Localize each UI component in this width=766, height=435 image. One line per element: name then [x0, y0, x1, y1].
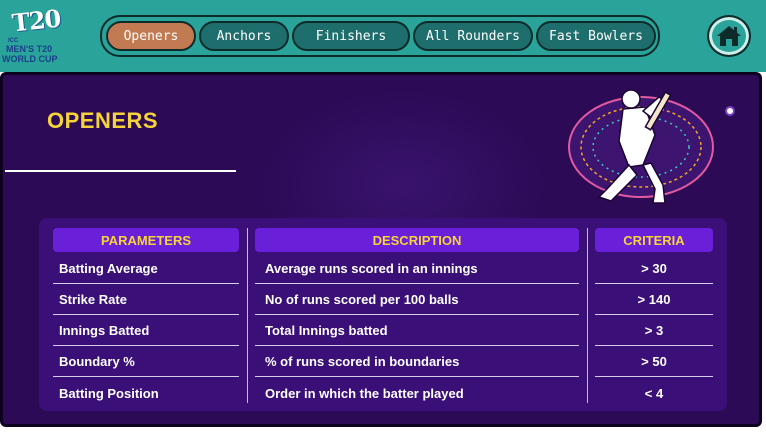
cell-parameter: Batting Average	[53, 254, 239, 284]
home-button[interactable]	[707, 15, 751, 57]
header-parameters: PARAMETERS	[53, 228, 239, 252]
header-description: DESCRIPTION	[255, 228, 579, 252]
cell-criteria: > 140	[595, 285, 713, 315]
table-row: Innings Batted Total Innings batted > 3	[39, 316, 727, 347]
logo-mark: T20	[10, 3, 62, 38]
home-icon	[717, 26, 741, 46]
cell-parameter: Boundary %	[53, 347, 239, 377]
cell-criteria: > 30	[595, 254, 713, 284]
tab-fast-bowlers[interactable]: Fast Bowlers	[536, 21, 656, 51]
cell-criteria: > 3	[595, 316, 713, 346]
table-row: Boundary % % of runs scored in boundarie…	[39, 347, 727, 378]
table-row: Strike Rate No of runs scored per 100 ba…	[39, 285, 727, 316]
cell-criteria: < 4	[644, 385, 664, 401]
tab-anchors[interactable]: Anchors	[199, 21, 289, 51]
t20-world-cup-logo[interactable]: T20 ICC MEN'S T20 WORLD CUP	[2, 4, 68, 66]
openers-panel: OPENERS PARAMETERS DESCRIPTION CRITERIA …	[0, 72, 762, 427]
cell-description: Total Innings batted	[255, 316, 579, 346]
ball-dot-icon	[725, 106, 735, 116]
cell-parameter: Strike Rate	[53, 285, 239, 315]
batter-illustration	[568, 89, 714, 204]
top-bar: T20 ICC MEN'S T20 WORLD CUP Openers Anch…	[0, 0, 766, 72]
cell-parameter: Innings Batted	[53, 316, 239, 346]
header-criteria: CRITERIA	[595, 228, 713, 252]
cell-description: No of runs scored per 100 balls	[255, 285, 579, 315]
logo-line-1: MEN'S T20	[6, 44, 53, 54]
logo-line-2: WORLD CUP	[2, 54, 58, 64]
title-divider	[5, 170, 236, 172]
tab-all-rounders[interactable]: All Rounders	[413, 21, 533, 51]
cell-description: % of runs scored in boundaries	[255, 347, 579, 377]
role-tab-bar: Openers Anchors Finishers All Rounders F…	[100, 15, 660, 57]
cell-description: Average runs scored in an innings	[255, 254, 579, 284]
tab-openers[interactable]: Openers	[106, 21, 196, 51]
section-title: OPENERS	[47, 108, 159, 133]
cell-parameter: Batting Position	[59, 385, 159, 401]
cell-criteria: > 50	[595, 347, 713, 377]
criteria-table: PARAMETERS DESCRIPTION CRITERIA Batting …	[39, 218, 727, 411]
table-row: Batting Average Average runs scored in a…	[39, 254, 727, 285]
tab-finishers[interactable]: Finishers	[292, 21, 410, 51]
table-row: Batting Position Order in which the batt…	[39, 378, 727, 409]
cell-description: Order in which the batter played	[265, 385, 464, 401]
